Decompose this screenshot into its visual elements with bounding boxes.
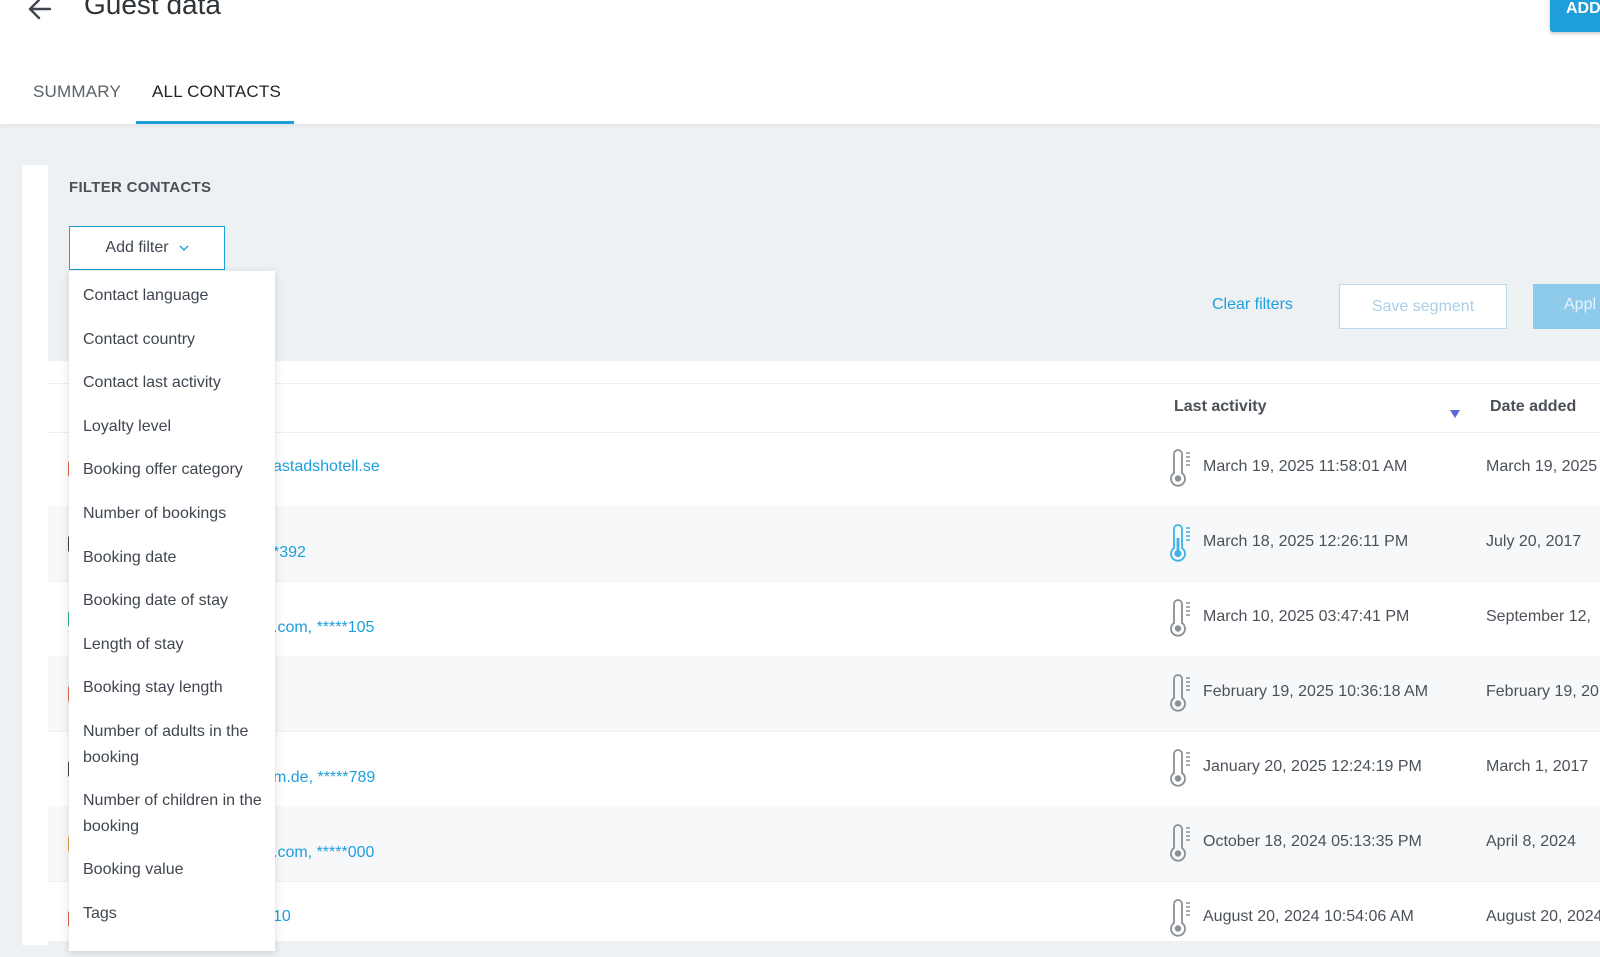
clear-filters-link[interactable]: Clear filters bbox=[1212, 296, 1293, 314]
thermometer-icon bbox=[1170, 599, 1190, 637]
last-activity: August 20, 2024 10:54:06 AM bbox=[1203, 908, 1414, 925]
date-added: August 20, 2024 bbox=[1486, 908, 1600, 925]
contact-identifier[interactable]: m.de, *****789 bbox=[273, 769, 375, 787]
last-activity: March 18, 2025 12:26:11 PM bbox=[1203, 533, 1409, 550]
last-activity: January 20, 2025 12:24:19 PM bbox=[1203, 758, 1422, 775]
contact-identifier[interactable]: astadshotell.se bbox=[273, 458, 380, 476]
save-segment-button[interactable]: Save segment bbox=[1339, 284, 1507, 329]
back-arrow-icon[interactable] bbox=[26, 0, 54, 22]
sort-descending-icon[interactable] bbox=[1450, 410, 1460, 418]
table-row[interactable]: 10 August 20, 2024 10:54:06 AM August 20… bbox=[48, 881, 1600, 957]
menu-item-booking-value[interactable]: Booking value bbox=[83, 857, 269, 883]
last-activity: February 19, 2025 10:36:18 AM bbox=[1203, 683, 1429, 700]
last-activity: March 19, 2025 11:58:01 AM bbox=[1203, 458, 1408, 475]
menu-item-number-of-children[interactable]: Number of children in the booking bbox=[83, 788, 269, 840]
menu-item-tags[interactable]: Tags bbox=[83, 901, 269, 927]
menu-item-loyalty-level[interactable]: Loyalty level bbox=[83, 414, 269, 440]
date-added: July 20, 2017 bbox=[1486, 533, 1582, 550]
tab-summary[interactable]: SUMMARY bbox=[33, 82, 121, 102]
thermometer-active-icon bbox=[1170, 524, 1190, 562]
thermometer-icon bbox=[1170, 449, 1190, 487]
thermometer-icon bbox=[1170, 824, 1190, 862]
menu-item-length-of-stay[interactable]: Length of stay bbox=[83, 632, 269, 658]
tab-all-contacts[interactable]: ALL CONTACTS bbox=[152, 82, 281, 102]
table-row[interactable]: .com, *****000 October 18, 2024 05:13:35… bbox=[48, 806, 1600, 882]
date-added: March 1, 2017 bbox=[1486, 758, 1589, 775]
column-header-date-added[interactable]: Date added bbox=[1490, 398, 1576, 416]
add-filter-dropdown: Contact language Contact country Contact… bbox=[69, 271, 275, 951]
date-added: September 12, bbox=[1486, 608, 1591, 625]
filter-title: FILTER CONTACTS bbox=[69, 179, 212, 196]
last-activity: October 18, 2024 05:13:35 PM bbox=[1203, 833, 1422, 850]
contacts-table: Last activity Date added astadshotell.se… bbox=[48, 361, 1600, 957]
thermometer-icon bbox=[1170, 674, 1190, 712]
menu-item-contact-language[interactable]: Contact language bbox=[83, 283, 269, 309]
contact-identifier[interactable]: .com, *****105 bbox=[273, 619, 374, 637]
thermometer-icon bbox=[1170, 899, 1190, 937]
top-bar: Guest data ADD SUMMARY ALL CONTACTS bbox=[0, 0, 1600, 124]
table-row[interactable]: *392 March 18, 2025 12:26:11 PM July 20,… bbox=[48, 506, 1600, 582]
menu-item-contact-country[interactable]: Contact country bbox=[83, 327, 269, 353]
date-added: March 19, 2025 bbox=[1486, 458, 1598, 475]
content-card-edge bbox=[22, 165, 48, 945]
active-tab-indicator bbox=[136, 121, 294, 124]
last-activity: March 10, 2025 03:47:41 PM bbox=[1203, 608, 1410, 625]
contact-identifier[interactable]: 10 bbox=[273, 908, 291, 926]
date-added: April 8, 2024 bbox=[1486, 833, 1576, 850]
filter-panel bbox=[48, 165, 1600, 361]
table-header: Last activity Date added bbox=[48, 383, 1600, 433]
menu-item-booking-stay-length[interactable]: Booking stay length bbox=[83, 675, 269, 701]
menu-item-booking-offer-category[interactable]: Booking offer category bbox=[83, 457, 269, 483]
add-filter-label: Add filter bbox=[105, 239, 169, 256]
thermometer-icon bbox=[1170, 749, 1190, 787]
add-filter-button[interactable]: Add filter bbox=[69, 226, 225, 270]
date-added: February 19, 20 bbox=[1486, 683, 1599, 700]
table-row[interactable]: m.de, *****789 January 20, 2025 12:24:19… bbox=[48, 731, 1600, 807]
add-button[interactable]: ADD bbox=[1550, 0, 1600, 32]
chevron-down-icon bbox=[179, 245, 189, 251]
contact-identifier[interactable]: *392 bbox=[273, 544, 306, 562]
menu-item-number-of-bookings[interactable]: Number of bookings bbox=[83, 501, 269, 527]
menu-item-number-of-adults[interactable]: Number of adults in the booking bbox=[83, 719, 269, 771]
menu-item-booking-date-of-stay[interactable]: Booking date of stay bbox=[83, 588, 269, 614]
table-row[interactable]: .com, *****105 March 10, 2025 03:47:41 P… bbox=[48, 581, 1600, 657]
page-title: Guest data bbox=[84, 0, 221, 20]
contact-identifier[interactable]: .com, *****000 bbox=[273, 844, 374, 862]
table-row[interactable]: astadshotell.se March 19, 2025 11:58:01 … bbox=[48, 431, 1600, 507]
menu-item-contact-last-activity[interactable]: Contact last activity bbox=[83, 370, 269, 396]
column-header-last-activity[interactable]: Last activity bbox=[1174, 398, 1266, 416]
apply-button[interactable]: Appl bbox=[1533, 284, 1600, 329]
table-row[interactable]: February 19, 2025 10:36:18 AM February 1… bbox=[48, 656, 1600, 732]
menu-item-booking-date[interactable]: Booking date bbox=[83, 545, 269, 571]
